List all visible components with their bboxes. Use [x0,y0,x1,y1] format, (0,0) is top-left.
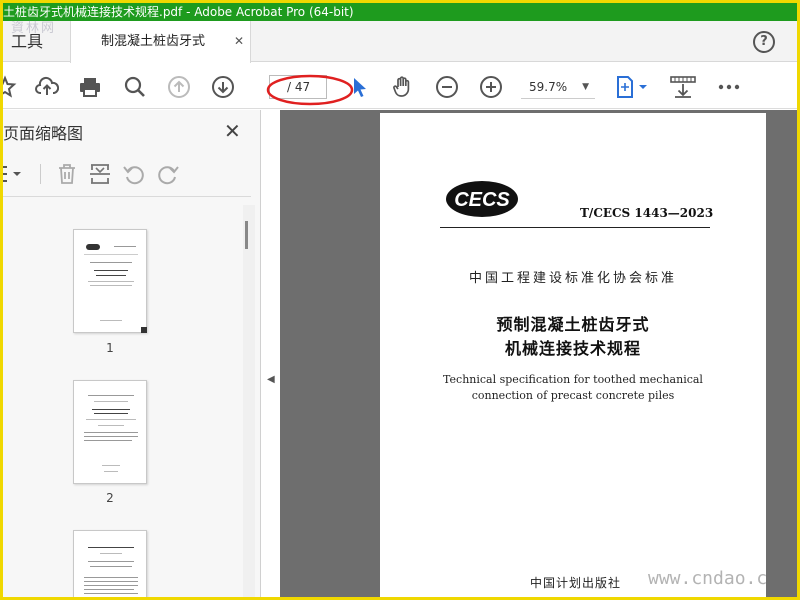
svg-text:CECS: CECS [454,189,510,211]
help-icon[interactable]: ? [753,31,775,53]
chinese-title-line-1: 预制混凝土桩齿牙式 [496,315,650,334]
panel-separator [3,196,251,197]
thumbnail-scrollbar[interactable] [243,205,255,597]
upload-icon[interactable] [35,75,59,99]
toolbar: / 47 59.7% ▼ [3,63,797,109]
tab-document[interactable]: 制混凝土桩齿牙式 ✕ [70,21,251,63]
tab-document-label: 制混凝土桩齿牙式 [101,34,206,49]
publisher: 中国计划出版社 [530,576,622,590]
zoom-value: 59.7% [529,80,568,94]
rotate-ccw-icon[interactable] [122,162,146,186]
fit-page-icon[interactable] [615,75,651,99]
thumbnail-list: 1 2 [3,198,243,597]
zoom-in-icon[interactable] [479,75,503,99]
zoom-select[interactable]: 59.7% ▼ [521,75,595,99]
page-thumbnail[interactable] [73,380,147,484]
panel-toolbar [3,156,261,192]
thumbnail-label: 2 [106,491,114,505]
panel-toolbar-divider [40,164,41,184]
chinese-title-line-2: 机械连接技术规程 [504,339,641,358]
hand-icon[interactable] [391,75,415,99]
cecs-logo: CECS [446,181,518,217]
collapse-panel-icon[interactable]: ◀ [267,374,275,385]
header-rule [440,227,710,228]
title-bar: 土桩齿牙式机械连接技术规程.pdf - Adobe Acrobat Pro (6… [3,3,797,21]
panel-close-icon[interactable]: ✕ [224,119,241,143]
scroll-mode-icon[interactable] [669,75,697,99]
rotate-cw-icon[interactable] [156,162,180,186]
tab-bar: 工具 制混凝土桩齿牙式 ✕ ? [3,21,797,63]
watermark-bottom-right: www.cndao.c [648,568,768,589]
page-thumbnail[interactable] [73,229,147,333]
standard-number: T/CECS 1443—2023 [580,206,714,220]
watermark-top-left: 資林网 [11,21,57,36]
association-name: 中国工程建设标准化协会标准 [468,271,677,286]
page-up-icon[interactable] [167,75,191,99]
select-cursor-icon[interactable] [348,75,372,99]
zoom-out-icon[interactable] [435,75,459,99]
extract-page-icon[interactable] [88,162,112,186]
bookmark-icon[interactable] [3,75,17,99]
panel-title: 页面缩略图 [3,124,84,143]
chevron-down-icon: ▼ [582,82,589,92]
document-view: CECS T/CECS 1443—2023 中国工程建设标准化协会标准 预制混凝… [280,110,797,597]
english-title-line-2: connection of precast concrete piles [471,389,675,402]
search-icon[interactable] [123,75,147,99]
delete-icon[interactable] [55,162,79,186]
thumbnail-label: 1 [106,341,114,355]
tab-close-icon[interactable]: ✕ [234,21,244,62]
scrollbar-thumb[interactable] [245,221,248,249]
options-menu-icon[interactable] [3,162,27,186]
page-down-icon[interactable] [211,75,235,99]
page-thumbnail[interactable] [73,530,147,597]
page-thumbnails-panel: 页面缩略图 ✕ 1 2 [3,110,261,597]
acrobat-window: 土桩齿牙式机械连接技术规程.pdf - Adobe Acrobat Pro (6… [3,3,797,597]
english-title-line-1: Technical specification for toothed mech… [443,373,703,386]
more-icon[interactable] [717,75,741,99]
pdf-page: CECS T/CECS 1443—2023 中国工程建设标准化协会标准 预制混凝… [380,113,766,597]
highlight-ellipse [266,74,354,106]
print-icon[interactable] [78,75,102,99]
